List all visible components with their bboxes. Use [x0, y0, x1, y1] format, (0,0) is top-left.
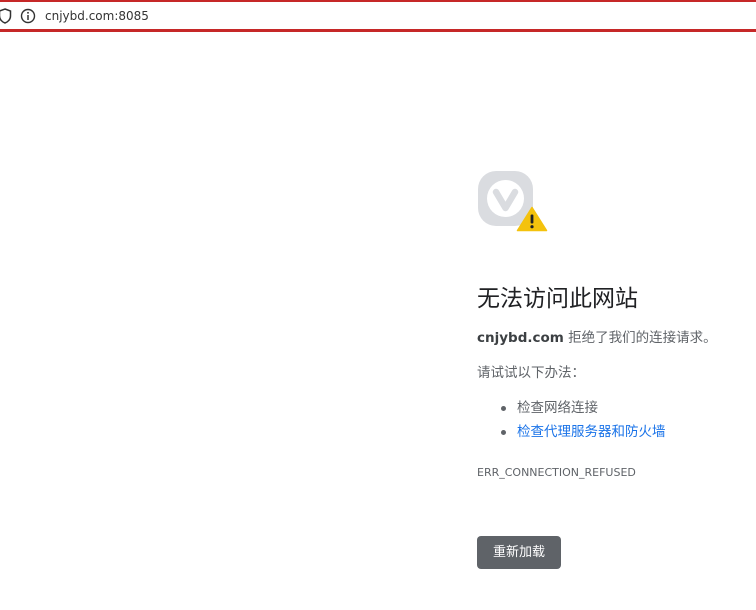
error-illustration	[477, 170, 549, 232]
url-text[interactable]: cnjybd.com:8085	[45, 9, 149, 23]
reload-button[interactable]: 重新加载	[477, 535, 562, 569]
suggestion-label: 检查网络连接	[517, 399, 598, 416]
address-bar[interactable]: cnjybd.com:8085	[0, 0, 756, 32]
warning-icon	[516, 206, 548, 232]
refused-text: 拒绝了我们的连接请求。	[568, 330, 717, 347]
info-icon[interactable]	[20, 8, 36, 24]
error-panel: 无法访问此网站 cnjybd.com 拒绝了我们的连接请求。 请试试以下办法： …	[477, 170, 756, 569]
suggestion-heading: 请试试以下办法：	[477, 365, 585, 382]
page-title: 无法访问此网站	[477, 286, 638, 312]
shield-icon[interactable]	[0, 8, 12, 24]
suggestion-check-proxy-firewall[interactable]: 检查代理服务器和防火墙	[499, 420, 756, 444]
suggestion-check-network: 检查网络连接	[499, 396, 756, 420]
error-code: ERR_CONNECTION_REFUSED	[477, 465, 636, 479]
suggestion-list: 检查网络连接 检查代理服务器和防火墙	[477, 396, 756, 444]
proxy-firewall-link[interactable]: 检查代理服务器和防火墙	[517, 424, 666, 440]
refused-host: cnjybd.com	[477, 330, 564, 347]
refused-message: cnjybd.com 拒绝了我们的连接请求。	[477, 329, 756, 347]
